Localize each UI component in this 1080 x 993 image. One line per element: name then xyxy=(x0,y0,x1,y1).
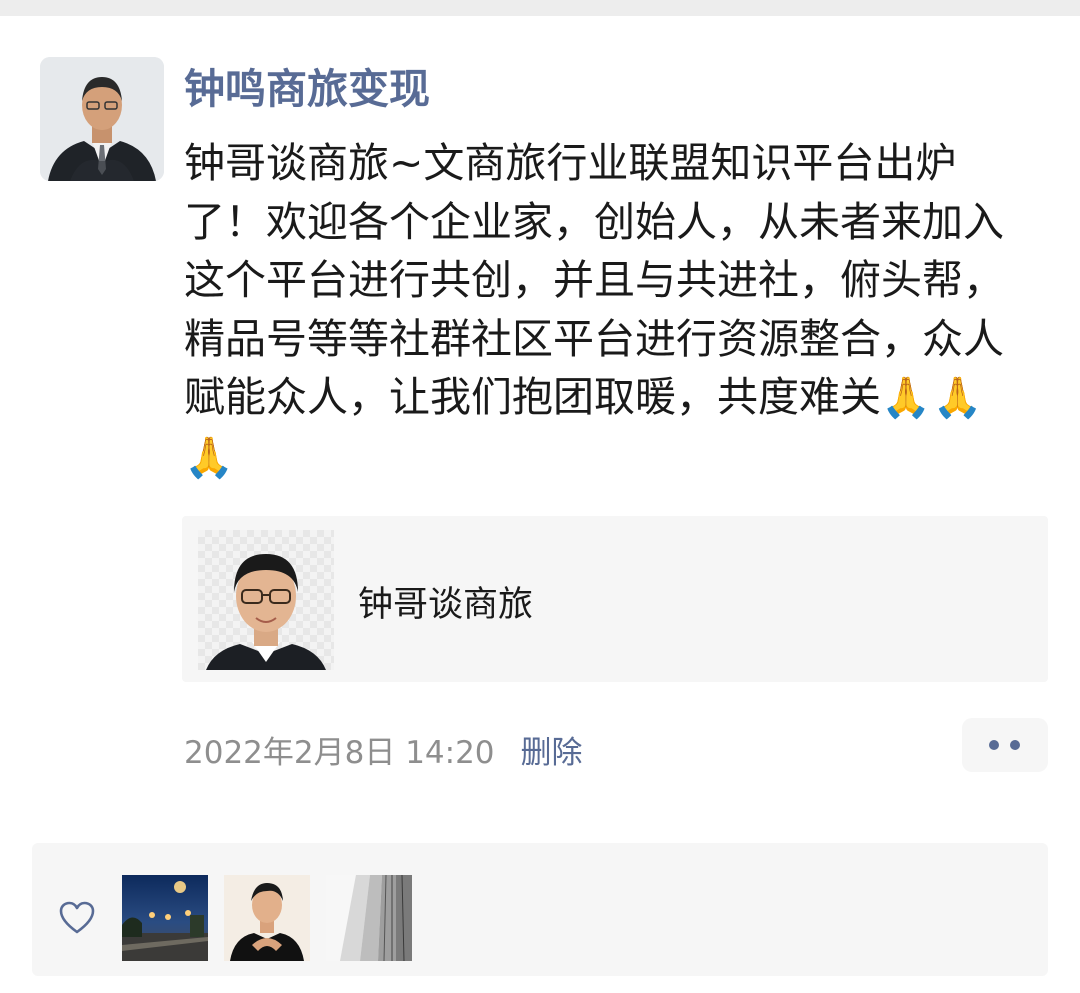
delete-link[interactable]: 删除 xyxy=(521,735,583,771)
more-options-button[interactable] xyxy=(962,718,1048,772)
post-text: 钟哥谈商旅~文商旅行业联盟知识平台出炉了！欢迎各个企业家，创始人，从未者来加入这… xyxy=(184,134,1034,487)
likes-panel xyxy=(32,843,1048,976)
liker-avatar-3[interactable] xyxy=(326,875,412,961)
card-thumbnail xyxy=(198,530,334,670)
heart-icon xyxy=(59,901,95,934)
liker-avatar-2[interactable] xyxy=(224,875,310,961)
author-name[interactable]: 钟鸣商旅变现 xyxy=(184,60,430,118)
shared-link-card[interactable]: 钟哥谈商旅 xyxy=(182,516,1048,682)
post-meta: 2022年2月8日 14:20 删除 xyxy=(184,733,583,773)
card-title: 钟哥谈商旅 xyxy=(358,585,534,625)
liker-avatar-1[interactable] xyxy=(122,875,208,961)
post-timestamp: 2022年2月8日 14:20 xyxy=(184,735,495,771)
top-divider-bar xyxy=(0,0,1080,16)
author-avatar[interactable] xyxy=(40,57,164,181)
